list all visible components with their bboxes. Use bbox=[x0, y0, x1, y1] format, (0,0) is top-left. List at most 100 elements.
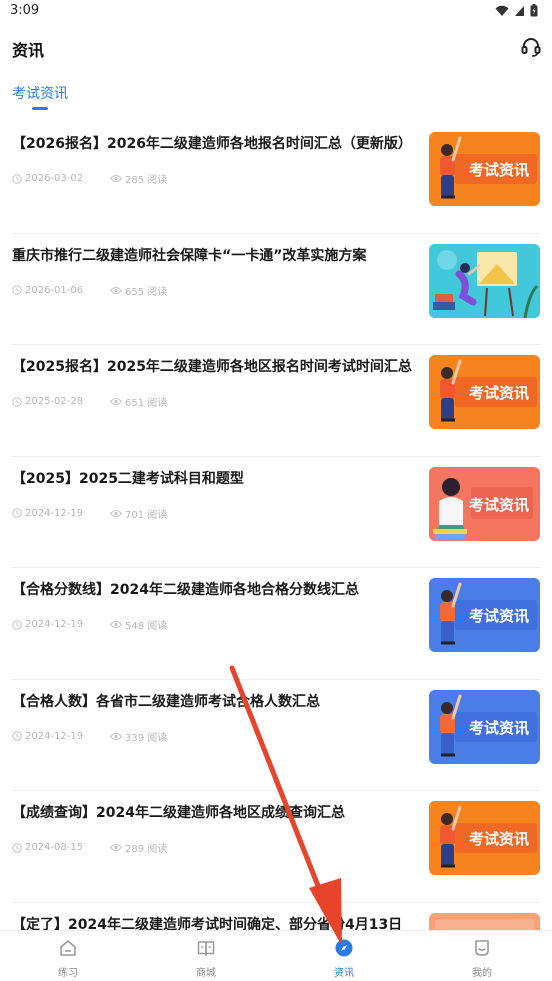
clock-icon bbox=[12, 842, 22, 853]
news-item[interactable]: 【合格分数线】2024年二级建造师各地合格分数线汇总 2024-12-19 548 … bbox=[12, 568, 540, 680]
thumbnail-illustration: 考试资讯 bbox=[440, 805, 537, 868]
nav-store-label: 商城 bbox=[196, 968, 216, 979]
news-title: 【2026报名】2026年二级建造师各地报名时间汇总（更新版） bbox=[12, 136, 412, 152]
news-views: 548 阅读 bbox=[110, 617, 167, 632]
practice-icon bbox=[60, 940, 76, 956]
status-bar: 3:09 bbox=[0, 0, 552, 24]
news-item[interactable]: 【2025】2025二建考试科目和题型 2024-12-19 701 阅读 考试资讯 bbox=[12, 457, 540, 568]
news-title: 【2025】2025二建考试科目和题型 bbox=[12, 470, 244, 487]
news-thumbnail: 考试资讯 bbox=[429, 801, 540, 875]
news-list: 【2026报名】2026年二级建造师各地报名时间汇总（更新版） 2026-03-0… bbox=[0, 122, 552, 981]
news-date: 2026-03-02 bbox=[12, 173, 110, 184]
news-meta: 2024-12-19 548 阅读 bbox=[12, 617, 167, 632]
nav-profile[interactable]: 我的 bbox=[447, 931, 517, 981]
nav-store[interactable]: 商城 bbox=[171, 931, 241, 981]
thumbnail-illustration: 考试资讯 bbox=[433, 477, 533, 539]
news-date-text: 2024-12-19 bbox=[25, 730, 84, 742]
news-date-text: 2026-01-06 bbox=[25, 284, 84, 296]
tab-indicator bbox=[32, 107, 48, 110]
app-header: 资讯 bbox=[0, 28, 552, 68]
eye-icon bbox=[110, 732, 122, 740]
news-meta: 2024-08-15 289 阅读 bbox=[12, 840, 167, 855]
nav-practice-label: 练习 bbox=[58, 968, 78, 979]
thumbnail-caption: 考试资讯 bbox=[469, 719, 529, 737]
news-thumbnail: 考试资讯 bbox=[429, 132, 540, 206]
news-item[interactable]: 【2025报名】2025年二级建造师各地区报名时间考试时间汇总 2025-02-2… bbox=[12, 345, 540, 457]
news-views-text: 701 阅读 bbox=[125, 509, 168, 521]
nav-news-label: 资讯 bbox=[334, 968, 354, 979]
news-views-text: 548 阅读 bbox=[125, 621, 168, 632]
news-thumbnail: 考试资讯 bbox=[429, 355, 540, 429]
news-item[interactable]: 重庆市推行二级建造师社会保障卡“一卡通”改革实施方案 2026-01-06 655 … bbox=[12, 234, 540, 345]
news-views: 651 阅读 bbox=[110, 394, 167, 409]
news-item[interactable]: 【2026报名】2026年二级建造师各地报名时间汇总（更新版） 2026-03-0… bbox=[12, 122, 540, 234]
news-thumbnail: 考试资讯 bbox=[429, 689, 540, 764]
thumbnail-illustration: 考试资讯 bbox=[440, 359, 537, 422]
news-title: 【2025报名】2025年二级建造师各地区报名时间考试时间汇总 bbox=[12, 359, 412, 375]
news-title: 【成绩查询】2024年二级建造师各地区成绩查询汇总 bbox=[12, 805, 345, 821]
news-date-text: 2025-02-28 bbox=[25, 396, 84, 407]
nav-profile-label: 我的 bbox=[472, 968, 492, 979]
news-date-text: 2024-08-15 bbox=[25, 842, 84, 853]
thumbnail-illustration: 考试资讯 bbox=[440, 136, 537, 199]
eye-icon bbox=[110, 509, 122, 517]
news-date: 2024-08-15 bbox=[12, 842, 110, 853]
news-date: 2024-12-19 bbox=[12, 619, 110, 630]
news-title: 【合格人数】各省市二级建造师考试合格人数汇总 bbox=[12, 693, 320, 710]
news-thumbnail bbox=[429, 243, 540, 318]
bottom-nav: 练习 商城 资讯 我的 bbox=[0, 930, 552, 981]
news-thumbnail: 考试资讯 bbox=[429, 466, 540, 541]
headset-icon bbox=[521, 38, 541, 57]
news-views-text: 651 阅读 bbox=[125, 398, 168, 409]
news-views-text: 285 阅读 bbox=[125, 175, 168, 186]
status-time: 3:09 bbox=[10, 3, 40, 18]
signal-icon bbox=[515, 5, 524, 16]
news-date: 2026-01-06 bbox=[12, 285, 110, 296]
compass-icon bbox=[335, 939, 353, 957]
news-meta: 2025-02-28 651 阅读 bbox=[12, 394, 167, 409]
news-item[interactable]: 【成绩查询】2024年二级建造师各地区成绩查询汇总 2024-08-15 289 阅… bbox=[12, 791, 540, 903]
nav-news[interactable]: 资讯 bbox=[309, 931, 379, 981]
news-date: 2025-02-28 bbox=[12, 396, 110, 407]
news-views: 655 阅读 bbox=[110, 283, 167, 298]
thumbnail-illustration: 考试资讯 bbox=[440, 694, 537, 756]
wifi-icon bbox=[495, 5, 509, 16]
news-title: 【合格分数线】2024年二级建造师各地合格分数线汇总 bbox=[12, 582, 359, 598]
eye-icon bbox=[110, 621, 122, 628]
news-meta: 2024-12-19 701 阅读 bbox=[12, 506, 167, 521]
eye-icon bbox=[110, 844, 122, 851]
clock-icon bbox=[12, 731, 22, 741]
clock-icon bbox=[12, 396, 22, 407]
thumbnail-caption: 考试资讯 bbox=[469, 496, 529, 514]
eye-icon bbox=[110, 286, 122, 294]
news-date-text: 2024-12-19 bbox=[25, 507, 84, 519]
news-date-text: 2024-12-19 bbox=[25, 619, 84, 630]
customer-service-button[interactable] bbox=[520, 36, 542, 58]
news-views-text: 339 阅读 bbox=[125, 732, 168, 744]
news-date: 2024-12-19 bbox=[12, 508, 110, 519]
status-icons bbox=[495, 4, 538, 17]
clock-icon bbox=[12, 173, 22, 184]
battery-icon bbox=[530, 4, 538, 17]
eye-icon bbox=[110, 398, 122, 405]
profile-icon bbox=[475, 940, 489, 956]
news-title: 重庆市推行二级建造师社会保障卡“一卡通”改革实施方案 bbox=[12, 247, 367, 264]
thumbnail-caption: 考试资讯 bbox=[469, 161, 529, 179]
news-item[interactable]: 【合格人数】各省市二级建造师考试合格人数汇总 2024-12-19 339 阅读 考… bbox=[12, 680, 540, 791]
news-date: 2024-12-19 bbox=[12, 731, 110, 742]
tab-exam-news[interactable]: 考试资讯 bbox=[12, 83, 68, 103]
news-meta: 2026-03-02 285 阅读 bbox=[12, 171, 167, 186]
news-meta: 2024-12-19 339 阅读 bbox=[12, 729, 167, 744]
news-meta: 2026-01-06 655 阅读 bbox=[12, 283, 167, 298]
nav-practice[interactable]: 练习 bbox=[33, 931, 103, 981]
book-icon bbox=[197, 941, 215, 956]
thumbnail-caption: 考试资讯 bbox=[469, 607, 529, 625]
thumbnail-illustration bbox=[429, 243, 540, 318]
eye-icon bbox=[110, 175, 122, 182]
news-views-text: 655 阅读 bbox=[125, 286, 168, 298]
clock-icon bbox=[12, 508, 22, 518]
thumbnail-caption: 考试资讯 bbox=[469, 830, 529, 848]
news-views: 285 阅读 bbox=[110, 171, 167, 186]
page-title: 资讯 bbox=[12, 41, 45, 60]
news-views-text: 289 阅读 bbox=[125, 844, 168, 855]
